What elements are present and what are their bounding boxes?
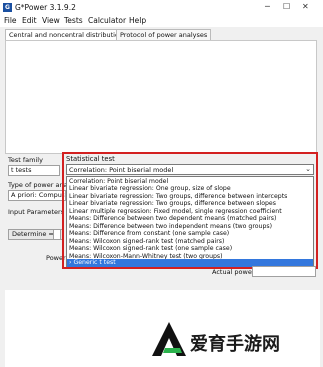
statistical-test-select[interactable]: Correlation: Point biserial model ⌄ (66, 164, 314, 175)
statistical-test-label: Statistical test (66, 155, 115, 163)
test-family-value: t tests (11, 166, 32, 174)
actual-power-label: Actual power (212, 268, 255, 276)
test-family-label: Test family (8, 156, 43, 164)
test-family-select[interactable]: t tests (8, 165, 60, 176)
tab-distributions[interactable]: Central and noncentral distributions (5, 29, 131, 40)
analysis-type-select[interactable]: A priori: Compute (8, 190, 66, 201)
tab-protocol[interactable]: Protocol of power analyses (116, 29, 212, 40)
menu-edit[interactable]: Edit (22, 16, 37, 25)
menu-view[interactable]: View (42, 16, 60, 25)
window-title: G*Power 3.1.9.2 (15, 3, 76, 12)
menu-tests[interactable]: Tests (64, 16, 83, 25)
app-icon: G (3, 3, 12, 12)
actual-power-field (252, 266, 316, 277)
statistical-test-options: Correlation: Point biserial model Linear… (66, 176, 314, 267)
menu-calculator[interactable]: Calculator (88, 16, 126, 25)
watermark-text: 爱育手游网 (190, 334, 280, 355)
maximize-icon[interactable]: ☐ (283, 2, 290, 11)
chevron-down-icon[interactable]: ⌄ (305, 165, 311, 173)
menu-help[interactable]: Help (129, 16, 146, 25)
option-label: Generic t test (73, 259, 116, 266)
minimize-icon[interactable]: ─ (265, 2, 270, 11)
distribution-plot-area (5, 40, 317, 154)
input-parameters-label: Input Parameters (8, 208, 65, 216)
watermark-logo-icon (152, 322, 186, 356)
statistical-test-value: Correlation: Point biserial model (69, 166, 174, 174)
determine-field[interactable] (53, 229, 61, 240)
menu-file[interactable]: File (4, 16, 17, 25)
analysis-type-value: A priori: Compute (11, 191, 66, 199)
close-icon[interactable]: ✕ (302, 2, 309, 11)
